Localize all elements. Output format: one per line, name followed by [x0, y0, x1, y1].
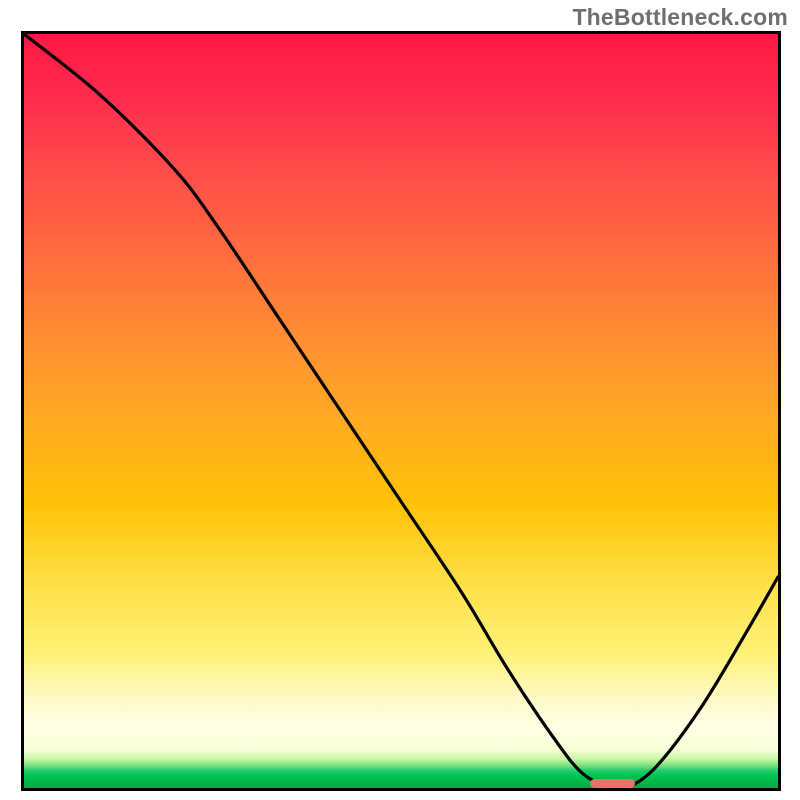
bottleneck-plot	[21, 31, 781, 791]
bottleneck-curve	[24, 34, 778, 788]
watermark-label: TheBottleneck.com	[572, 4, 788, 31]
optimal-range-marker	[590, 779, 635, 789]
